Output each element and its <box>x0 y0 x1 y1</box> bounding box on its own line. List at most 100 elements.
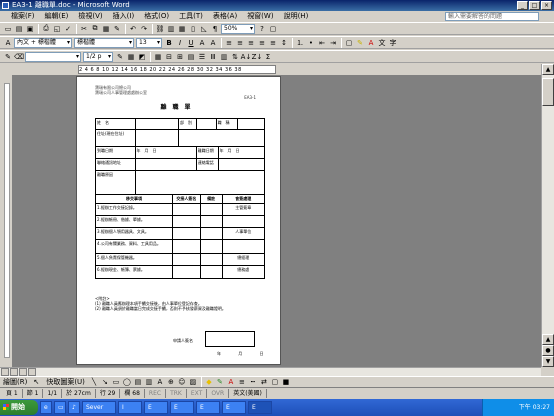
distributed-icon[interactable]: ≡ <box>268 38 278 48</box>
close-button[interactable]: × <box>541 1 552 10</box>
line-weight-select[interactable]: 1/2 p <box>83 51 113 62</box>
font-select[interactable]: 標楷體 <box>74 37 134 48</box>
menu-insert[interactable]: 插入(I) <box>108 11 140 22</box>
fill-color-icon[interactable]: ◆ <box>204 377 214 387</box>
format-painter-icon[interactable]: ✎ <box>112 24 122 34</box>
save-icon[interactable]: ▣ <box>25 24 35 34</box>
eraser-icon[interactable]: ⌫ <box>14 52 24 62</box>
menu-window[interactable]: 視窗(W) <box>242 11 278 22</box>
underline-button[interactable]: U <box>186 38 196 48</box>
field-contact-value[interactable] <box>136 159 197 170</box>
style-select[interactable]: 內文 + 標楷體 <box>14 37 72 48</box>
field-address-value[interactable] <box>136 130 180 146</box>
field-name-value[interactable] <box>136 119 179 129</box>
field-position-value[interactable] <box>238 119 264 129</box>
handover-remark[interactable] <box>201 204 223 215</box>
field-dept-value[interactable] <box>197 119 217 129</box>
field-id-value[interactable] <box>179 130 264 146</box>
phonetic-guide-icon[interactable]: 文 <box>377 38 387 48</box>
quicklaunch-media-icon[interactable]: ♪ <box>68 401 80 414</box>
handover-sign[interactable] <box>173 228 201 239</box>
new-document-icon[interactable]: ▭ <box>3 24 13 34</box>
taskbar-task[interactable]: Sever <box>82 401 116 414</box>
word-app-icon[interactable] <box>2 2 9 9</box>
autosum-icon[interactable]: Σ <box>263 52 273 62</box>
handover-remark[interactable] <box>201 228 223 239</box>
distribute-columns-icon[interactable]: Ⅲ <box>208 52 218 62</box>
clipart-icon[interactable]: ☺ <box>177 377 187 387</box>
char-border-icon[interactable]: A <box>197 38 207 48</box>
print-preview-icon[interactable]: ◱ <box>52 24 62 34</box>
maximize-button[interactable]: □ <box>529 1 540 10</box>
handover-sign[interactable] <box>173 240 201 253</box>
document-area[interactable]: 寶瑞有限公司總公司 寶瑞公司人事管理處處辦公室 EA3-1 離職單 姓 名 部 … <box>12 75 541 367</box>
sort-desc-icon[interactable]: Z↓ <box>252 52 263 62</box>
arrow-style-icon[interactable]: ⇄ <box>259 377 269 387</box>
oval-icon[interactable]: ◯ <box>122 377 132 387</box>
insert-table-icon[interactable]: ▦ <box>153 52 163 62</box>
handover-remark[interactable] <box>201 254 223 265</box>
menu-format[interactable]: 格式(O) <box>139 11 174 22</box>
wordart-icon[interactable]: A <box>155 377 165 387</box>
autoformat-icon[interactable]: ▥ <box>219 52 229 62</box>
align-right-icon[interactable]: ≡ <box>246 38 256 48</box>
highlight-icon[interactable]: ✎ <box>355 38 365 48</box>
scroll-thumb[interactable] <box>542 78 554 106</box>
paste-icon[interactable]: ▦ <box>101 24 111 34</box>
help-search-input[interactable]: 輸入需要解答的問題 <box>445 12 539 21</box>
print-view-icon[interactable] <box>19 368 27 376</box>
char-shading-icon[interactable]: A <box>208 38 218 48</box>
field-reason-value[interactable] <box>136 171 264 194</box>
shading-color-icon[interactable]: ◩ <box>137 52 147 62</box>
handover-remark[interactable] <box>201 216 223 227</box>
line-style-select[interactable] <box>25 51 81 62</box>
increase-indent-icon[interactable]: ⇥ <box>328 38 338 48</box>
menu-edit[interactable]: 編輯(E) <box>40 11 74 22</box>
menu-help[interactable]: 說明(H) <box>279 11 314 22</box>
taskbar-task[interactable]: E <box>222 401 246 414</box>
line-style-icon[interactable]: ≡ <box>237 377 247 387</box>
draw-menu-button[interactable]: 繪圖(R) <box>3 377 27 387</box>
select-objects-icon[interactable]: ↖ <box>31 377 41 387</box>
menu-file[interactable]: 檔案(F) <box>6 11 40 22</box>
line-spacing-icon[interactable]: ↕ <box>279 38 289 48</box>
split-cells-icon[interactable]: ⊞ <box>175 52 185 62</box>
handover-sign[interactable] <box>173 254 201 265</box>
italic-button[interactable]: I <box>175 38 185 48</box>
font-size-select[interactable]: 13 <box>136 37 162 48</box>
applicant-signature-box[interactable] <box>205 331 255 347</box>
status-trk[interactable]: TRK <box>166 389 187 398</box>
vertical-textbox-icon[interactable]: ▥ <box>144 377 154 387</box>
shadow-icon[interactable]: ▢ <box>270 377 280 387</box>
font-color-icon[interactable]: A <box>366 38 376 48</box>
next-page-icon[interactable]: ▼ <box>542 356 554 367</box>
print-icon[interactable]: ⎙ <box>41 24 51 34</box>
quicklaunch-desktop-icon[interactable]: ▭ <box>54 401 66 414</box>
status-ext[interactable]: EXT <box>187 389 208 398</box>
field-phone-value[interactable] <box>219 159 264 170</box>
bullets-icon[interactable]: • <box>306 38 316 48</box>
web-view-icon[interactable] <box>10 368 18 376</box>
handover-remark[interactable] <box>201 240 223 253</box>
align-center-icon[interactable]: ≡ <box>235 38 245 48</box>
line-color-icon[interactable]: ✎ <box>215 377 225 387</box>
undo-icon[interactable]: ↶ <box>128 24 138 34</box>
read-mode-icon[interactable]: ▢ <box>268 24 278 34</box>
taskbar-task[interactable]: E <box>144 401 168 414</box>
status-ovr[interactable]: OVR <box>207 389 230 398</box>
outside-border-icon[interactable]: ▢ <box>344 38 354 48</box>
dash-style-icon[interactable]: ┅ <box>248 377 258 387</box>
signoff-cell[interactable] <box>223 216 265 227</box>
browse-object-icon[interactable]: ● <box>542 345 554 356</box>
hyperlink-icon[interactable]: ⛓ <box>155 24 165 34</box>
line-icon[interactable]: ╲ <box>89 377 99 387</box>
taskbar-task-active[interactable]: E <box>248 401 272 414</box>
merge-cells-icon[interactable]: ⊟ <box>164 52 174 62</box>
diagram-icon[interactable]: ⊕ <box>166 377 176 387</box>
distribute-rows-icon[interactable]: ☰ <box>197 52 207 62</box>
horizontal-scrollbar[interactable] <box>0 367 541 376</box>
normal-view-icon[interactable] <box>1 368 9 376</box>
vertical-scrollbar[interactable]: ▲ ▲ ● ▼ <box>541 64 554 367</box>
start-button[interactable]: 開始 <box>0 400 38 415</box>
document-page[interactable]: 寶瑞有限公司總公司 寶瑞公司人事管理處處辦公室 EA3-1 離職單 姓 名 部 … <box>76 76 281 365</box>
